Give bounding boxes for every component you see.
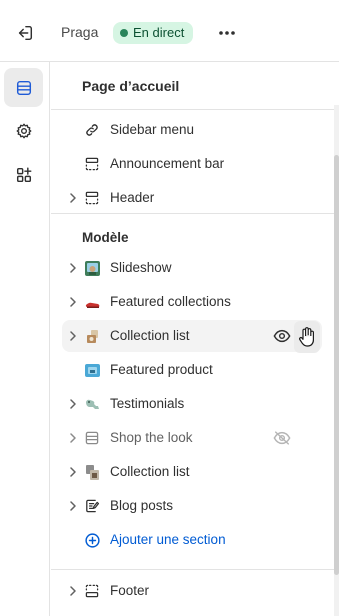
chevron-right-icon[interactable] bbox=[66, 499, 80, 513]
section-label: Blog posts bbox=[110, 498, 174, 513]
section-icon bbox=[83, 429, 101, 447]
panel-divider bbox=[51, 109, 334, 110]
drag-handle[interactable] bbox=[294, 321, 320, 353]
group-divider bbox=[51, 569, 334, 570]
theme-name[interactable]: Praga bbox=[61, 24, 98, 40]
chevron-right-icon[interactable] bbox=[66, 431, 80, 445]
app-embeds-button[interactable] bbox=[4, 155, 43, 194]
section-label: Collection list bbox=[110, 464, 190, 479]
link-icon bbox=[83, 121, 101, 139]
chevron-right-icon[interactable] bbox=[66, 397, 80, 411]
template-group-title: Modèle bbox=[82, 230, 129, 245]
section-row-featured-product[interactable]: Featured product bbox=[62, 354, 322, 386]
live-dot-icon bbox=[120, 29, 128, 37]
theme-settings-button[interactable] bbox=[4, 111, 43, 150]
exit-icon bbox=[18, 25, 33, 41]
left-rail bbox=[0, 62, 50, 616]
section-label: Header bbox=[110, 190, 155, 205]
section-label: Footer bbox=[110, 583, 150, 598]
section-row-announcement-bar[interactable]: Announcement bar bbox=[62, 148, 322, 180]
eye-icon[interactable] bbox=[273, 328, 291, 344]
exit-button[interactable] bbox=[12, 20, 38, 46]
collection-thumbnail-icon bbox=[83, 463, 101, 481]
chevron-right-icon[interactable] bbox=[66, 295, 80, 309]
sections-icon bbox=[16, 80, 31, 95]
section-row-blog-posts[interactable]: Blog posts bbox=[62, 490, 322, 522]
section-label: Slideshow bbox=[110, 260, 172, 275]
more-horizontal-icon bbox=[219, 31, 235, 35]
panel-scrollbar[interactable] bbox=[334, 105, 339, 616]
testimonial-thumbnail-icon bbox=[83, 395, 101, 413]
product-thumbnail-icon bbox=[83, 361, 101, 379]
live-badge-label: En direct bbox=[133, 25, 185, 40]
page-title: Page d’accueil bbox=[82, 78, 180, 94]
sections-button[interactable] bbox=[4, 68, 43, 107]
plus-circle-icon bbox=[83, 531, 101, 549]
gear-icon bbox=[16, 123, 31, 138]
section-icon bbox=[83, 155, 101, 173]
chevron-right-icon[interactable] bbox=[66, 465, 80, 479]
section-row-header[interactable]: Header bbox=[62, 182, 322, 214]
section-icon bbox=[83, 582, 101, 600]
scrollbar-thumb[interactable] bbox=[334, 155, 339, 575]
apps-icon bbox=[16, 167, 31, 182]
top-bar: Praga En direct bbox=[0, 0, 339, 62]
section-label: Featured product bbox=[110, 362, 213, 377]
section-label: Announcement bar bbox=[110, 156, 225, 171]
section-row-featured-collections[interactable]: Featured collections bbox=[62, 286, 322, 318]
chevron-right-icon[interactable] bbox=[66, 329, 80, 343]
section-label: Shop the look bbox=[110, 430, 193, 445]
shoes-thumbnail-icon bbox=[83, 293, 101, 311]
section-row-slideshow[interactable]: Slideshow bbox=[62, 252, 322, 284]
section-row-sidebar-menu[interactable]: Sidebar menu bbox=[62, 114, 322, 146]
chevron-right-icon[interactable] bbox=[66, 261, 80, 275]
more-actions-button[interactable] bbox=[214, 20, 240, 46]
section-row-shop-the-look[interactable]: Shop the look bbox=[62, 422, 322, 454]
section-label: Collection list bbox=[110, 328, 190, 343]
blog-icon bbox=[83, 497, 101, 515]
hand-cursor-icon bbox=[299, 327, 314, 347]
slideshow-thumbnail-icon bbox=[83, 259, 101, 277]
sections-panel: Page d’accueil Sidebar menu Announcement… bbox=[51, 62, 334, 616]
section-label: Sidebar menu bbox=[110, 122, 195, 137]
collection-thumbnail-icon bbox=[83, 327, 101, 345]
live-status-badge: En direct bbox=[113, 22, 194, 44]
section-row-footer[interactable]: Footer bbox=[62, 575, 322, 607]
section-icon bbox=[83, 189, 101, 207]
chevron-right-icon[interactable] bbox=[66, 191, 80, 205]
group-divider bbox=[51, 213, 334, 214]
section-row-testimonials[interactable]: Testimonials bbox=[62, 388, 322, 420]
section-label: Featured collections bbox=[110, 294, 231, 309]
section-label: Testimonials bbox=[110, 396, 185, 411]
section-row-collection-list[interactable]: Collection list bbox=[62, 320, 322, 353]
add-section-label: Ajouter une section bbox=[110, 532, 226, 547]
add-section-button[interactable]: Ajouter une section bbox=[62, 524, 322, 556]
eye-hidden-icon[interactable] bbox=[273, 430, 291, 446]
section-row-collection-list-2[interactable]: Collection list bbox=[62, 456, 322, 488]
chevron-right-icon[interactable] bbox=[66, 584, 80, 598]
